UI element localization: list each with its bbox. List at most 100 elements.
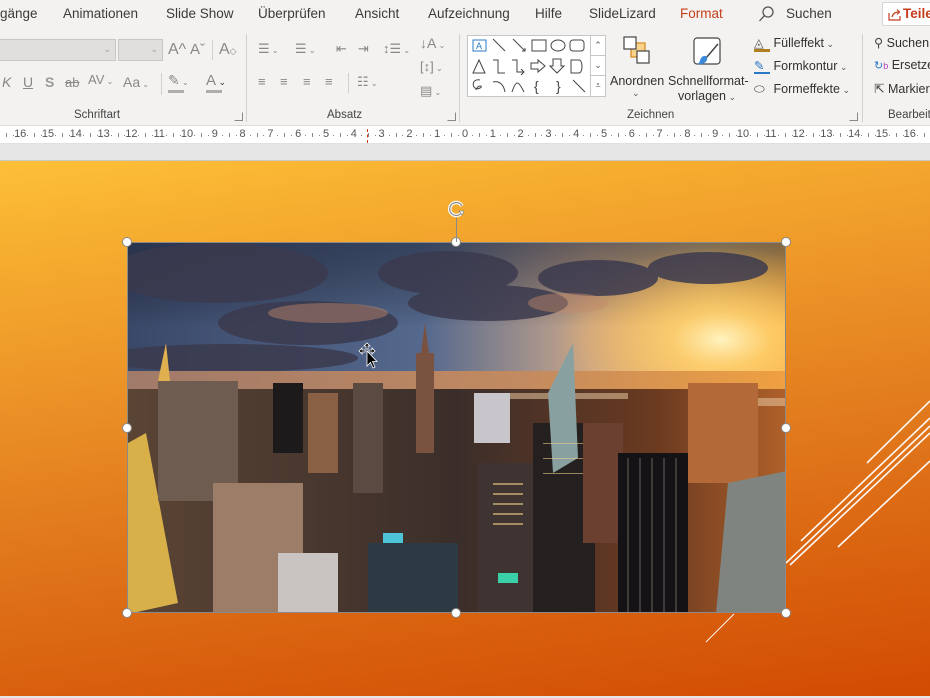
arrange-button[interactable]: Anordnen ⌄ [610,32,664,106]
search-icon[interactable] [758,5,774,23]
justify-button[interactable]: ≡ [325,75,333,88]
font-name-combo[interactable]: ⌄ [0,39,116,61]
font-dialog-launcher[interactable] [234,112,243,121]
convert-smartart-button[interactable]: ▤ ⌄ [420,84,441,97]
ruler-dot [861,135,863,136]
gallery-scroll-down[interactable]: ⌄ [591,56,605,76]
ruler-tick [895,133,897,137]
columns-button[interactable]: ☷ ⌄ [357,75,378,88]
select-button[interactable]: ⇱ Markieren [874,81,930,96]
decorative-line [705,613,735,643]
resize-handle-bottom-left[interactable] [122,608,132,618]
ruler-tick [812,133,814,137]
decrease-indent-button[interactable]: ⇤ [336,42,347,55]
tab-uebergaenge[interactable]: gänge [0,6,38,21]
selected-picture-nyc-skyline[interactable] [127,242,786,613]
ribbon-tab-bar: gänge Animationen Slide Show Überprüfen … [0,0,930,28]
italic-button[interactable]: K [2,75,11,89]
increase-indent-button[interactable]: ⇥ [358,42,369,55]
share-button[interactable]: Teilen [882,2,930,26]
search-box[interactable]: Suchen [786,6,832,21]
chevron-down-icon: ⌄ [216,77,227,87]
ruler-dot [82,135,84,136]
gallery-scroll-up[interactable]: ⌃ [591,36,605,56]
align-right-button[interactable]: ≡ [303,75,311,88]
align-left-button[interactable]: ≡ [258,75,266,88]
tab-ansicht[interactable]: Ansicht [355,6,399,21]
ruler-dot [180,135,182,136]
search-icon: ⚲ [874,36,884,50]
chevron-down-icon: ⌄ [104,77,114,86]
paragraph-dialog-launcher[interactable] [447,112,456,121]
tab-ueberpruefen[interactable]: Überprüfen [258,6,326,21]
font-size-combo[interactable]: ⌄ [118,39,163,61]
shrink-font-button[interactable]: Aˇ [190,42,205,57]
group-separator [862,34,863,122]
rotate-handle-icon[interactable] [447,199,467,219]
chevron-down-icon: ⌄ [179,78,189,87]
highlight-color-button[interactable]: ✎ ⌄ [168,73,189,87]
ruler-dot [68,135,70,136]
numbering-button[interactable]: ☰ ⌄ [295,42,316,55]
align-center-button[interactable]: ≡ [280,75,288,88]
shapes-gallery-icons: A { } [472,38,586,94]
character-spacing-button[interactable]: AV ⌄ [88,73,113,86]
slide-area-margin [0,145,930,161]
ruler-tick [284,133,286,137]
font-color-button[interactable]: A ⌄ [206,73,226,88]
tab-hilfe[interactable]: Hilfe [535,6,562,21]
shadow-button[interactable]: S [45,75,54,89]
find-button[interactable]: ⚲ Suchen [874,35,929,50]
ruler-label: 6 [628,128,635,140]
resize-handle-bottom-right[interactable] [781,608,791,618]
ruler-dot [513,135,515,136]
ruler-dot [332,135,334,136]
chevron-down-icon: ⌄ [632,88,640,98]
shape-fill-button[interactable]: ◬ Fülleffekt ⌄ [754,36,834,52]
ruler-dot [305,135,307,136]
building [308,393,338,473]
quick-styles-label: vorlagen [678,89,726,103]
strikethrough-button[interactable]: ab [65,76,79,89]
tab-format[interactable]: Format [680,6,723,21]
tab-animationen[interactable]: Animationen [63,6,138,21]
resize-handle-left[interactable] [122,423,132,433]
ruler-tick [89,133,91,137]
resize-handle-right[interactable] [781,423,791,433]
quick-styles-icon [693,37,721,65]
shapes-gallery-scrollbar[interactable]: ⌃ ⌄ ⩡ [590,36,605,96]
align-text-button[interactable]: [↕] ⌄ [420,60,443,73]
ruler-dot [680,135,682,136]
ruler-dot [402,135,404,136]
bullets-button[interactable]: ☰ ⌄ [258,42,279,55]
ruler-dot [54,135,56,136]
ruler-label: 10 [180,128,194,140]
divider [212,40,213,60]
change-case-button[interactable]: Aa ⌄ [123,75,149,89]
clear-formatting-button[interactable]: A◇ [219,42,237,58]
resize-handle-top-right[interactable] [781,237,791,247]
replace-button[interactable]: ↻b Ersetzen [874,58,930,72]
decorative-line [785,425,930,564]
ruler-dot [555,135,557,136]
resize-handle-top-left[interactable] [122,237,132,247]
text-direction-button[interactable]: ↓A ⌄ [420,36,445,50]
tab-aufzeichnung[interactable]: Aufzeichnung [428,6,510,21]
drawing-dialog-launcher[interactable] [849,112,858,121]
shape-effects-button[interactable]: ⬭ Formeffekte ⌄ [754,82,850,97]
ruler-label: 2 [406,128,413,140]
resize-handle-bottom[interactable] [451,608,461,618]
ruler-dot [875,135,877,136]
tab-slidelizard[interactable]: SlideLizard [589,6,656,21]
shape-outline-button[interactable]: ✎ Formkontur ⌄ [754,59,847,74]
city-skyline-image [128,243,785,612]
shapes-gallery[interactable]: A { } [467,35,606,97]
gallery-expand[interactable]: ⩡ [591,76,605,96]
ruler-dot [485,135,487,136]
underline-button[interactable]: U [23,75,33,89]
tab-slide-show[interactable]: Slide Show [166,6,234,21]
line-spacing-button[interactable]: ↕☰ ⌄ [383,42,410,55]
grow-font-button[interactable]: A^ [168,42,186,58]
horizontal-ruler[interactable]: 16 15 14 13 12 11 10 9 8 7 6 5 4 3 2 1 0 1 2 3 4 5 6 7 8 9 10 11 12 1… [0,126,930,144]
quick-styles-button[interactable]: Schnellformat- vorlagen ⌄ [666,32,749,106]
